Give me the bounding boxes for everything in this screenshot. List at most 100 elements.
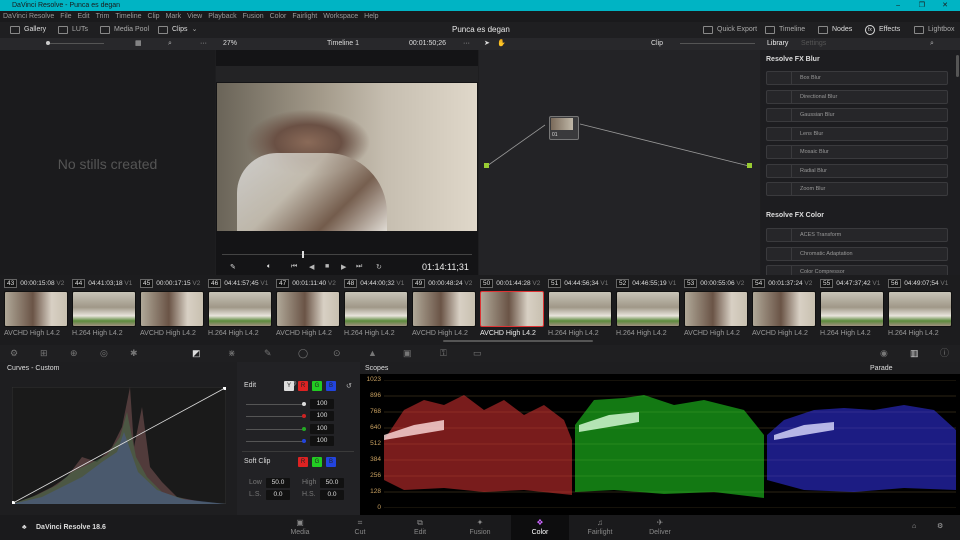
timeline-button[interactable]: Timeline [765,22,805,38]
effect-item[interactable]: Box Blur [766,71,948,85]
channel-r-button[interactable]: R [298,381,308,391]
menu-playback[interactable]: Playback [208,11,236,22]
scopes-icon[interactable]: ▥ [910,345,919,362]
page-fairlight[interactable]: ♫ Fairlight [570,515,630,540]
hand-tool-icon[interactable]: ✋ [497,38,506,50]
channel-g-button[interactable]: G [312,381,322,391]
eyedropper-icon[interactable]: ✎ [230,263,236,271]
intensity-slider-g[interactable] [246,427,306,431]
media-pool-button[interactable]: Media Pool [100,22,149,38]
curves-graph[interactable] [12,387,226,504]
intensity-r-value[interactable]: 100 [310,411,334,421]
high-field[interactable]: 50.0 [320,478,344,488]
menu-view[interactable]: View [187,11,202,22]
effect-item[interactable]: Lens Blur [766,126,948,141]
page-edit[interactable]: ⧉ Edit [390,515,450,540]
clip-thumbnail[interactable] [820,291,884,327]
clip-thumbnail[interactable] [344,291,408,327]
effects-button[interactable]: fx Effects [865,22,900,38]
blur-icon[interactable]: ▣ [403,345,412,362]
scrollbar[interactable] [956,55,959,77]
effect-item[interactable]: Chromatic Adaptation [766,246,948,261]
color-match-icon[interactable]: ⊞ [40,345,48,362]
hs-field[interactable]: 0.0 [320,490,344,500]
settings-icon[interactable]: ⚙ [937,522,943,530]
menu-mark[interactable]: Mark [166,11,182,22]
node-01[interactable]: 01 [549,116,579,140]
menu-fusion[interactable]: Fusion [243,11,264,22]
page-deliver[interactable]: ✈ Deliver [630,515,690,540]
intensity-g-value[interactable]: 100 [310,424,334,434]
page-media[interactable]: ▣ Media [270,515,330,540]
stop-icon[interactable]: ■ [325,263,329,270]
effect-item[interactable]: Zoom Blur [766,182,948,196]
menu-edit[interactable]: Edit [78,11,90,22]
menu-file[interactable]: File [60,11,71,22]
3d-icon[interactable]: ◉ [880,345,888,362]
menu-fairlight[interactable]: Fairlight [292,11,317,22]
clip-thumbnail[interactable] [548,291,612,327]
clip-thumbnail[interactable] [888,291,952,327]
camera-raw-icon[interactable]: ⚙ [10,345,18,362]
search-icon[interactable]: ⌕ [168,38,172,50]
nodes-button[interactable]: Nodes [818,22,852,38]
volume-icon[interactable]: 🔈︎ [267,263,271,271]
color-wheels-icon[interactable]: ⊕ [70,345,78,362]
reverse-icon[interactable]: ◀ [309,263,314,271]
menu-davinci[interactable]: DaVinci Resolve [3,11,54,22]
gallery-button[interactable]: Gallery [10,22,46,38]
curves-icon[interactable]: ◩ [192,345,201,362]
play-icon[interactable]: ▶ [341,263,346,271]
clip-thumbnail[interactable] [412,291,476,327]
pointer-tool-icon[interactable]: ➤ [484,38,490,50]
go-to-end-icon[interactable]: ⏭ [356,263,362,271]
window-icon[interactable]: ◯ [298,345,308,362]
color-warper-icon[interactable]: ⋇ [228,345,236,362]
clip-thumbnail[interactable] [616,291,680,327]
qualifier-icon[interactable]: ✎ [264,345,272,362]
page-color[interactable]: ❖ Color [510,515,570,540]
thumbnail-size-slider[interactable] [46,41,104,45]
clip-thumbnail[interactable] [276,291,340,327]
intensity-b-value[interactable]: 100 [310,436,334,446]
softclip-r-button[interactable]: R [298,457,308,467]
effect-item[interactable]: ACES Transform [766,228,948,242]
clips-button[interactable]: Clips ⌄ [158,22,197,38]
tracker-icon[interactable]: ⊙ [333,345,341,362]
menu-help[interactable]: Help [364,11,378,22]
more-icon[interactable]: ··· [463,38,470,50]
motion-effects-icon[interactable]: ✱ [130,345,138,362]
info-icon[interactable]: ⓘ [940,345,949,362]
page-cut[interactable]: ⌗ Cut [330,515,390,540]
close-button[interactable]: ✕ [942,0,948,11]
clip-strip-scrollbar[interactable] [443,340,593,342]
menu-color[interactable]: Color [270,11,287,22]
clip-thumbnail[interactable] [752,291,816,327]
node-mode-selector[interactable]: Clip [651,38,663,50]
menu-clip[interactable]: Clip [148,11,160,22]
scope-mode-selector[interactable]: Parade [870,365,893,372]
timeline-selector[interactable]: Timeline 1 [327,38,359,50]
softclip-b-button[interactable]: B [326,457,336,467]
low-field[interactable]: 50.0 [266,478,290,488]
node-zoom-slider[interactable] [680,43,755,44]
menu-timeline[interactable]: Timeline [115,11,141,22]
playhead[interactable] [302,251,304,258]
softclip-g-button[interactable]: G [312,457,322,467]
search-icon[interactable]: ⌕ [930,38,934,50]
zoom-level[interactable]: 27% [223,38,237,50]
channel-y-button[interactable]: Y [284,381,294,391]
clip-thumbnail[interactable] [4,291,68,327]
clip-thumbnail[interactable] [140,291,204,327]
effect-item[interactable]: Directional Blur [766,89,948,104]
menu-workspace[interactable]: Workspace [323,11,358,22]
lightbox-button[interactable]: Lightbox [914,22,954,38]
minimize-button[interactable]: – [896,0,900,11]
page-fusion[interactable]: ✦ Fusion [450,515,510,540]
clip-thumbnail[interactable] [684,291,748,327]
sizing-icon[interactable]: ▭ [473,345,482,362]
grid-view-icon[interactable]: ▦ [135,38,142,50]
key-icon[interactable]: ⚿ [440,345,447,362]
clip-thumbnail[interactable] [208,291,272,327]
menu-trim[interactable]: Trim [96,11,110,22]
